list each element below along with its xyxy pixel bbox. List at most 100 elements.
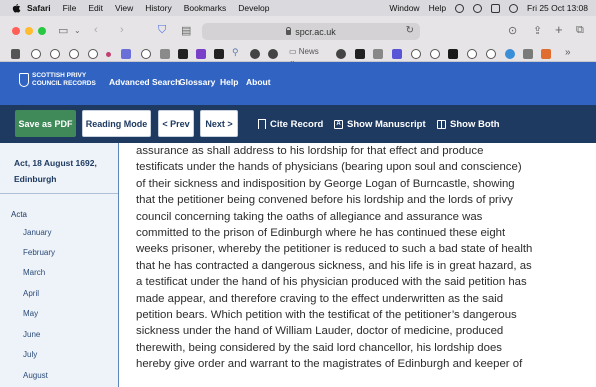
- minimize-window-button[interactable]: [25, 27, 33, 35]
- bookmark-site-icon[interactable]: [373, 49, 383, 59]
- nav-advanced-search[interactable]: Advanced Search: [109, 77, 180, 87]
- close-window-button[interactable]: [12, 27, 20, 35]
- menu-help[interactable]: Help: [429, 3, 446, 13]
- sidebar-month-january[interactable]: January: [23, 228, 51, 237]
- forward-icon[interactable]: ›: [120, 24, 124, 36]
- bookmark-globe-icon[interactable]: [411, 49, 421, 59]
- record-text-line: a testificat under the hand of his physi…: [136, 276, 527, 289]
- bookmark-link-icon[interactable]: ⚲: [232, 47, 242, 57]
- bookmark-icon: [258, 119, 266, 129]
- bookmark-amazon-icon[interactable]: [355, 49, 365, 59]
- menu-file[interactable]: File: [63, 3, 77, 13]
- record-text-line: petition bears. Which petition with the …: [136, 309, 517, 322]
- new-tab-icon[interactable]: +: [555, 22, 563, 37]
- sidebar-month-april[interactable]: April: [23, 289, 39, 298]
- sidebar-month-august[interactable]: August: [23, 371, 48, 380]
- record-transcription: assurance as shall address to his lordsh…: [136, 143, 576, 373]
- clock-status-icon[interactable]: [455, 3, 465, 13]
- sidebar-toggle-icon[interactable]: ▭: [58, 24, 68, 37]
- record-text-line: committed to the prison of Edinburgh whe…: [136, 227, 506, 240]
- menu-history[interactable]: History: [145, 3, 171, 13]
- bookmark-amazon-icon[interactable]: [214, 49, 224, 59]
- bookmark-amazon-icon[interactable]: [178, 49, 188, 59]
- bookmark-globe-icon[interactable]: [141, 49, 151, 59]
- menu-develop[interactable]: Develop: [238, 3, 269, 13]
- reader-icon[interactable]: ▤: [181, 24, 191, 37]
- bookmark-site-icon[interactable]: [196, 49, 206, 59]
- record-text-line: testificats under the hands of physician…: [136, 161, 522, 174]
- bookmarks-grid-icon[interactable]: [11, 49, 20, 59]
- sidebar-month-february[interactable]: February: [23, 248, 55, 257]
- bookmark-site-icon[interactable]: [523, 49, 533, 59]
- bookmark-site-icon[interactable]: [505, 49, 515, 59]
- nav-help[interactable]: Help: [220, 77, 238, 87]
- search-status-icon[interactable]: [473, 3, 483, 13]
- bookmark-globe-icon[interactable]: [88, 49, 98, 59]
- sidebar-month-may[interactable]: May: [23, 309, 38, 318]
- bookmark-site-icon[interactable]: [121, 49, 131, 59]
- menu-window[interactable]: Window: [389, 3, 419, 13]
- bookmark-site-icon[interactable]: [268, 49, 278, 59]
- bookmark-site-icon[interactable]: [336, 49, 346, 59]
- bookmark-site-icon[interactable]: [250, 49, 260, 59]
- bookmark-globe-icon[interactable]: [69, 49, 79, 59]
- bookmark-site-icon[interactable]: [160, 49, 170, 59]
- show-both-button[interactable]: Show Both: [437, 105, 500, 143]
- current-record-title[interactable]: Act, 18 August 1692, Edinburgh: [14, 155, 114, 187]
- sidebar-month-july[interactable]: July: [23, 350, 37, 359]
- more-bookmarks-icon[interactable]: »: [565, 47, 575, 58]
- record-text-pane[interactable]: assurance as shall address to his lordsh…: [119, 143, 596, 387]
- menu-view[interactable]: View: [115, 3, 133, 13]
- bookmark-globe-icon[interactable]: [430, 49, 440, 59]
- bookmark-rss-icon[interactable]: [541, 49, 551, 59]
- tab-overview-icon[interactable]: ⧉: [576, 24, 584, 37]
- logo-line-2: COUNCIL RECORDS: [32, 79, 96, 87]
- reading-mode-button[interactable]: Reading Mode: [82, 110, 151, 137]
- privacy-shield-icon[interactable]: ⛉: [158, 24, 166, 37]
- next-record-button[interactable]: Next >: [200, 110, 238, 137]
- nav-glossary[interactable]: Glossary: [179, 77, 215, 87]
- bookmark-site-icon[interactable]: [448, 49, 458, 59]
- menubar-clock[interactable]: Fri 25 Oct 13:08: [527, 3, 588, 13]
- sidebar-section-acta[interactable]: Acta: [11, 210, 27, 219]
- site-logo[interactable]: SCOTTISH PRIVY COUNCIL RECORDS: [32, 72, 96, 87]
- show-both-label: Show Both: [450, 118, 500, 130]
- bookmark-globe-icon[interactable]: [50, 49, 60, 59]
- nav-about[interactable]: About: [246, 77, 271, 87]
- lock-icon: [286, 27, 292, 35]
- sidebar-month-june[interactable]: June: [23, 330, 40, 339]
- bookmark-site-icon[interactable]: [392, 49, 402, 59]
- records-sidebar: Act, 18 August 1692, Edinburgh Acta Janu…: [0, 143, 119, 387]
- share-icon[interactable]: ⇪: [533, 24, 542, 37]
- reload-icon[interactable]: ↻: [406, 25, 414, 36]
- privy-council-logo-icon[interactable]: [19, 73, 29, 87]
- menu-edit[interactable]: Edit: [88, 3, 103, 13]
- address-bar[interactable]: spcr.ac.uk ↻: [202, 23, 420, 40]
- show-manuscript-label: Show Manuscript: [347, 118, 426, 130]
- bookmark-folder-news[interactable]: ▭ News ⌄: [289, 47, 325, 65]
- downloads-icon[interactable]: ⊙: [508, 24, 517, 37]
- back-icon[interactable]: ‹: [94, 24, 98, 36]
- record-text-line: that he has contracted a dangerous sickn…: [136, 259, 532, 272]
- columns-icon: [437, 119, 446, 129]
- bookmark-dot-icon[interactable]: [106, 52, 111, 57]
- menu-app-safari[interactable]: Safari: [27, 3, 51, 13]
- cite-record-button[interactable]: Cite Record: [258, 105, 323, 143]
- siri-icon[interactable]: [509, 3, 519, 13]
- bookmarks-bar: ⚲ ▭ News ⌄ »: [0, 46, 596, 65]
- record-text-line: therewith, being considered by the said …: [136, 341, 502, 354]
- url-text: spcr.ac.uk: [295, 26, 336, 37]
- zoom-window-button[interactable]: [38, 27, 46, 35]
- prev-record-button[interactable]: < Prev: [158, 110, 194, 137]
- save-pdf-button[interactable]: Save as PDF: [15, 110, 76, 137]
- bookmark-globe-icon[interactable]: [486, 49, 496, 59]
- apple-icon[interactable]: [11, 3, 21, 13]
- chevron-down-icon[interactable]: ⌄: [74, 26, 81, 35]
- sidebar-month-march[interactable]: March: [23, 268, 45, 277]
- menu-bookmarks[interactable]: Bookmarks: [184, 3, 227, 13]
- record-text-line: hereby give order and warrant to the mag…: [136, 358, 523, 371]
- bookmark-globe-icon[interactable]: [467, 49, 477, 59]
- control-center-icon[interactable]: [491, 3, 501, 13]
- show-manuscript-button[interactable]: A Show Manuscript: [334, 105, 426, 143]
- bookmark-globe-icon[interactable]: [31, 49, 41, 59]
